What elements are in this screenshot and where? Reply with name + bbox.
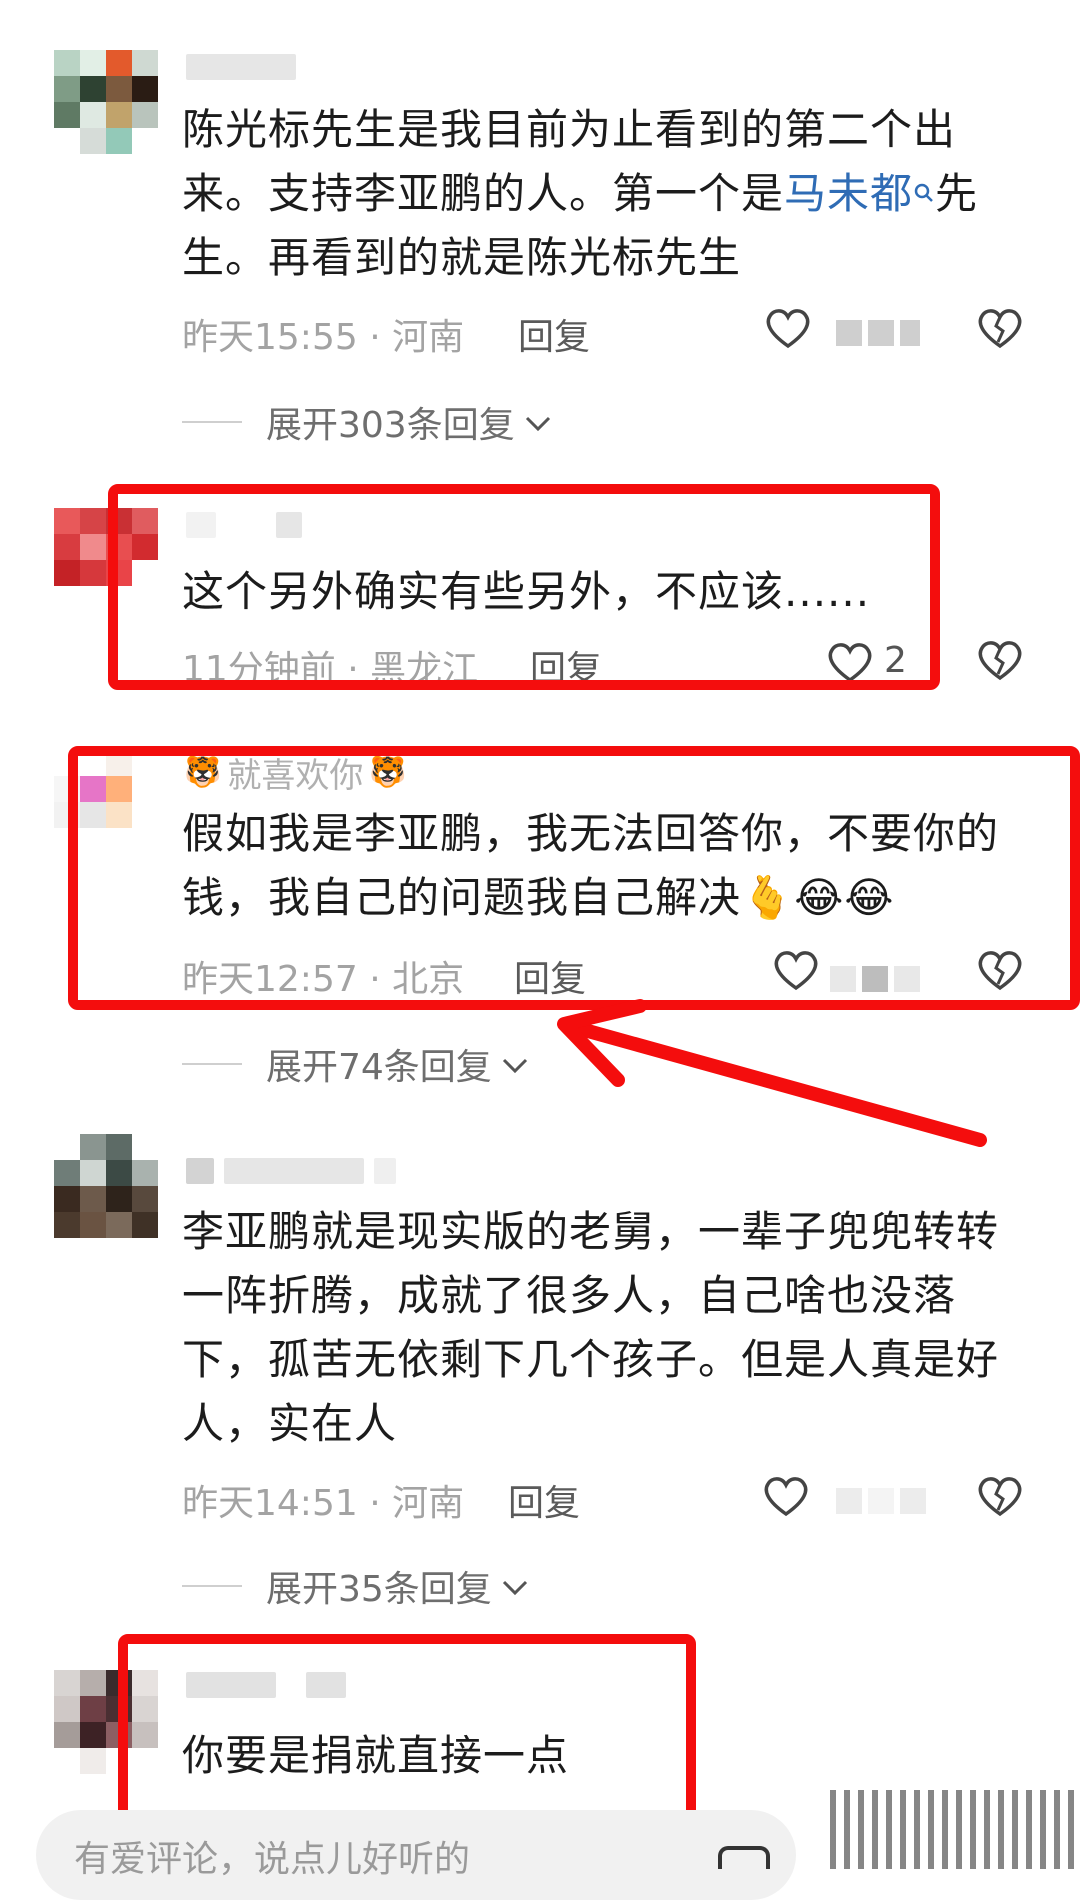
expand-replies-button[interactable]: 展开74条回复	[182, 1038, 530, 1090]
dislike-broken-heart-icon[interactable]	[976, 1474, 1024, 1518]
reply-button[interactable]: 回复	[508, 1474, 580, 1526]
expand-replies-label: 展开74条回复	[266, 1047, 492, 1088]
like-count-blurred	[836, 1488, 926, 1516]
avatar[interactable]	[54, 1134, 158, 1238]
comment-time-location: 昨天15:55 · 河南	[182, 317, 465, 358]
search-link[interactable]: 马未都	[784, 169, 913, 218]
chevron-down-icon	[500, 1044, 530, 1085]
comment-input[interactable]: 有爱评论，说点儿好听的	[36, 1810, 796, 1900]
comment-input-placeholder: 有爱评论，说点儿好听的	[74, 1839, 471, 1880]
highlight-box	[68, 746, 1080, 1010]
divider-line	[182, 421, 242, 423]
reply-button[interactable]: 回复	[518, 308, 590, 360]
search-icon[interactable]	[913, 162, 935, 202]
username-blurred[interactable]	[186, 1156, 396, 1186]
watermark-stripes	[830, 1790, 1080, 1869]
like-heart-icon[interactable]	[762, 1474, 810, 1518]
dislike-broken-heart-icon[interactable]	[976, 306, 1024, 350]
comment-time-location: 昨天14:51 · 河南	[182, 1483, 465, 1524]
expand-replies-label: 展开35条回复	[266, 1569, 492, 1610]
divider-line	[182, 1585, 242, 1587]
highlight-box	[108, 484, 940, 690]
expand-replies-label: 展开303条回复	[266, 405, 515, 446]
chevron-down-icon	[500, 1566, 530, 1607]
comment-text: 李亚鹏就是现实版的老舅，一辈子兜兜转转一阵折腾，成就了很多人，自己啥也没落下，孤…	[182, 1207, 1000, 1448]
comment-text: 陈光标先生是我目前为止看到的第二个出来。支持李亚鹏的人。第一个是马未都 先生。再…	[182, 98, 1022, 290]
username-blurred[interactable]	[186, 52, 296, 82]
expand-replies-button[interactable]: 展开303条回复	[182, 396, 553, 448]
chevron-down-icon	[523, 402, 553, 443]
like-heart-icon[interactable]	[764, 306, 812, 350]
expand-replies-button[interactable]: 展开35条回复	[182, 1560, 530, 1612]
dislike-broken-heart-icon[interactable]	[976, 638, 1024, 682]
divider-line	[182, 1063, 242, 1065]
avatar[interactable]	[54, 50, 158, 154]
highlight-box	[118, 1634, 696, 1834]
like-count-blurred	[836, 320, 920, 348]
image-icon[interactable]	[718, 1846, 770, 1869]
annotation-arrow	[557, 999, 987, 1147]
